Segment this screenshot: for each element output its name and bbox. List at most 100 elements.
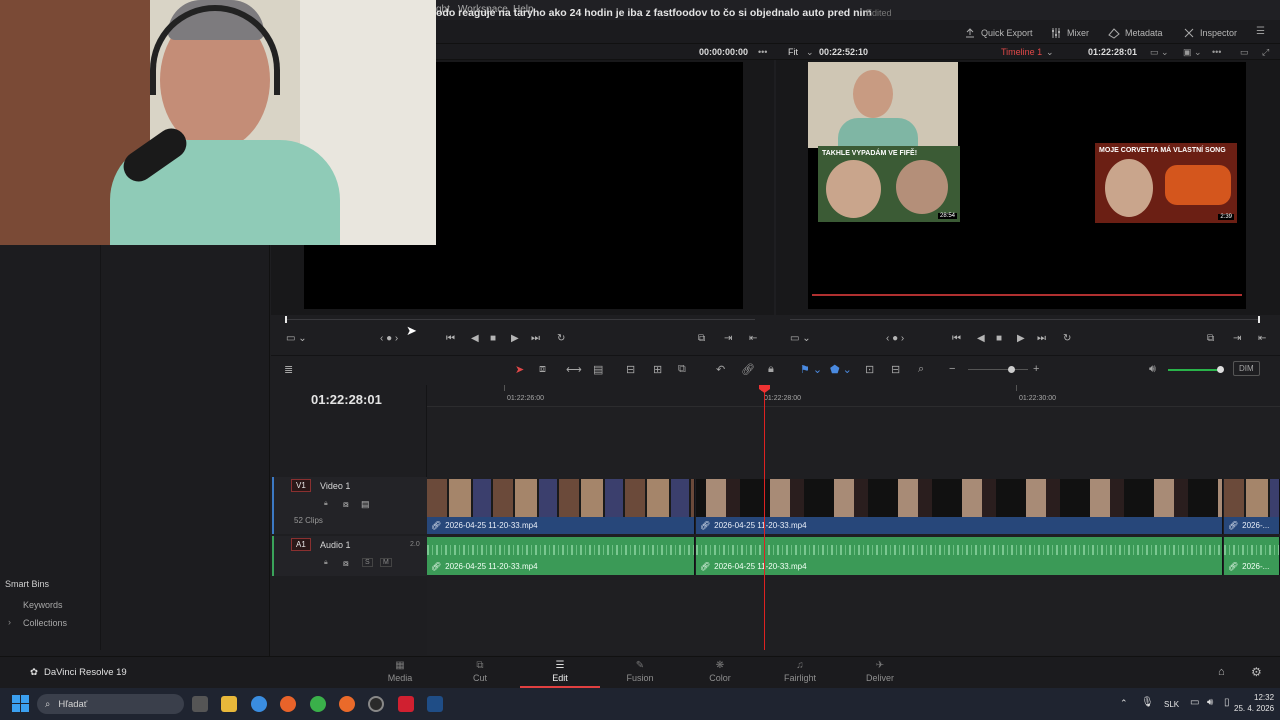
timeline-ruler[interactable]: 01:22:26:00 01:22:28:00 01:22:30:00 [427,385,1280,407]
track-badge[interactable]: V1 [291,479,311,492]
timeline-name-dropdown[interactable]: Timeline 1 [1001,47,1042,57]
collections-bin[interactable]: Collections [23,618,67,628]
video-thumbnail-right[interactable]: MOJE CORVETTA MÁ VLASTNÍ SONG 2:39 [1095,143,1237,223]
dynamic-trim-icon[interactable]: ⟷ [566,363,582,376]
battery-icon[interactable]: ▯ [1224,697,1230,708]
timeline-scrubber[interactable] [790,316,1260,323]
auto-select-icon[interactable]: ⧇ [343,499,349,510]
loop-icon[interactable]: ↻ [557,333,565,344]
page-fusion[interactable]: ✎ Fusion [600,660,680,688]
stop-icon[interactable]: ■ [996,333,1002,344]
layout-icon[interactable]: ▣ ⌄ [1183,47,1202,58]
source-mode-icon[interactable]: ▭ ⌄ [286,333,307,344]
home-icon[interactable]: ⌂ [1218,666,1225,678]
overwrite-clip-icon[interactable]: ⊞ [653,363,662,376]
davinci-resolve-taskbar-icon[interactable] [427,696,443,712]
volume-slider-handle[interactable] [1217,366,1224,373]
language-indicator[interactable]: SLK [1164,700,1179,709]
smart-bins-header[interactable]: Smart Bins [5,579,49,589]
file-explorer-icon[interactable] [221,696,237,712]
obs-icon[interactable] [368,696,384,712]
trim-tool-icon[interactable]: ⧈ [539,363,546,376]
timeline-playhead[interactable] [764,388,765,650]
play-reverse-icon[interactable]: ◀ [977,333,985,344]
video-clip[interactable]: 🔗︎ 2026-... [1224,479,1280,534]
timeline-mode-icon[interactable]: ▭ ⌄ [790,333,811,344]
network-icon[interactable]: ▭ [1190,697,1199,708]
quick-export-button[interactable]: Quick Export [964,27,1033,39]
gear-icon[interactable]: ⚙ [1251,665,1262,679]
insert-clip-icon[interactable]: ⊟ [626,363,635,376]
taskbar-search[interactable]: ⌕ Hľadať [37,694,184,714]
zoom-in-icon[interactable]: + [1033,363,1039,375]
video-clip[interactable]: 🔗︎ 2026-04-25 11-20-33.mp4 [427,479,695,534]
selection-tool-icon[interactable]: ➤ [515,363,524,376]
zoom-full-icon[interactable]: ⊡ [865,363,874,376]
mute-button[interactable]: M [380,558,392,567]
zoom-custom-icon[interactable]: ⌕ [918,363,924,376]
volume-icon[interactable]: 🔊︎ [1149,363,1156,376]
jog-icon[interactable]: ‹ ● › [886,333,904,344]
chevron-up-icon[interactable]: ⌃ [1120,698,1128,709]
disable-track-icon[interactable]: ▤ [361,499,370,510]
page-edit[interactable]: ☰ Edit [520,660,600,688]
video-clip[interactable]: 🔗︎ 2026-04-25 11-20-33.mp4 [696,479,1223,534]
zoom-slider[interactable] [968,369,1028,370]
snapping-icon[interactable]: ↶ [716,363,725,376]
page-media[interactable]: ▦ Media [360,660,440,688]
source-options-icon[interactable]: ••• [758,47,767,57]
video-track-header[interactable]: V1 Video 1 🔒︎ ⧇ ▤ 52 Clips [272,477,427,534]
view-options-icon[interactable]: ▭ ⌄ [1150,47,1169,58]
fullscreen-icon[interactable]: ⤢ [1262,47,1269,58]
play-reverse-icon[interactable]: ◀ [471,333,479,344]
timeline-viewer[interactable]: TAKHLE VYPADÁM VE FIFĚ! 28:54 MOJE CORVE… [808,62,1246,309]
mark-in-icon[interactable]: ⇥ [1233,333,1241,344]
task-view-icon[interactable] [192,696,208,712]
source-playhead[interactable] [285,316,287,323]
video-thumbnail-left[interactable]: TAKHLE VYPADÁM VE FIFĚ! 28:54 [818,146,960,222]
page-deliver[interactable]: ✈ Deliver [840,660,920,688]
track-badge[interactable]: A1 [291,538,311,551]
jump-end-icon[interactable]: ⏭ [531,333,540,344]
zoom-detail-icon[interactable]: ⊟ [891,363,900,376]
match-frame-icon[interactable]: ⧉ [1207,333,1214,344]
more-options-icon[interactable]: ••• [1212,47,1221,57]
marker-icon[interactable]: ⬟ ⌄ [830,363,852,376]
linked-selection-icon[interactable]: 🔗︎ [741,363,755,376]
source-scrubber[interactable] [285,316,755,323]
stop-icon[interactable]: ■ [490,333,496,344]
auto-select-icon[interactable]: ⧇ [343,558,349,569]
metadata-button[interactable]: Metadata [1108,27,1163,39]
more-options-icon[interactable]: ☰ [1256,26,1265,37]
lock-icon[interactable]: 🔒︎ [324,500,328,508]
inspector-button[interactable]: Inspector [1183,27,1237,39]
dim-button[interactable]: DIM [1233,361,1260,376]
taskbar-clock[interactable]: 12:32 25. 4. 2026 [1234,692,1274,714]
volume-icon[interactable]: 🔊︎ [1207,697,1213,708]
jog-icon[interactable]: ‹ ● › [380,333,398,344]
mark-out-icon[interactable]: ⇤ [1258,333,1266,344]
volume-slider[interactable] [1168,369,1221,371]
play-icon[interactable]: ▶ [511,333,519,344]
jump-start-icon[interactable]: ⏮ [446,333,455,344]
match-frame-icon[interactable]: ⧉ [698,333,705,344]
microphone-icon[interactable]: 🎙︎ [1141,697,1154,708]
page-cut[interactable]: ⧉ Cut [440,660,520,688]
firefox-icon[interactable] [280,696,296,712]
mark-in-icon[interactable]: ⇥ [724,333,732,344]
timeline-playhead-marker[interactable] [1258,316,1260,323]
replace-clip-icon[interactable]: ⧉ [678,363,686,376]
flag-icon[interactable]: ⚑ ⌄ [800,363,822,376]
jump-end-icon[interactable]: ⏭ [1037,333,1046,344]
app-icon-x[interactable] [398,696,414,712]
zoom-out-icon[interactable]: − [949,363,955,375]
audio-clip[interactable]: 🔗︎ 2026-04-25 11-20-33.mp4 [696,537,1223,575]
page-color[interactable]: ❋ Color [680,660,760,688]
firefox-icon[interactable] [339,696,355,712]
mixer-button[interactable]: Mixer [1050,27,1089,39]
loop-icon[interactable]: ↻ [1063,333,1071,344]
chrome-icon[interactable] [251,696,267,712]
play-icon[interactable]: ▶ [1017,333,1025,344]
lock-icon[interactable]: 🔒︎ [768,363,774,376]
toolbar-options-icon[interactable]: ≣ [284,363,293,376]
